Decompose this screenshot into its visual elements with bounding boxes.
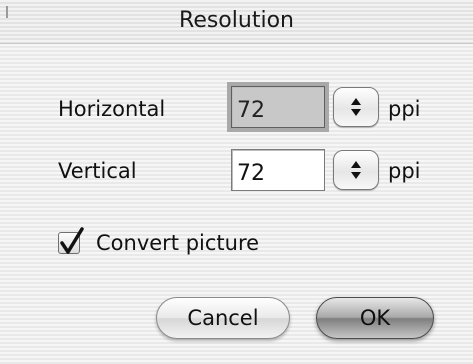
up-down-arrows-icon — [351, 161, 361, 179]
horizontal-label: Horizontal — [58, 97, 166, 121]
vertical-label: Vertical — [58, 159, 137, 183]
vertical-unit: ppi — [388, 159, 421, 183]
cancel-button[interactable]: Cancel — [156, 297, 290, 339]
convert-picture-label[interactable]: Convert picture — [96, 231, 259, 255]
convert-picture-checkbox[interactable] — [58, 227, 84, 254]
up-down-arrows-icon — [351, 98, 361, 116]
vertical-stepper[interactable] — [333, 150, 379, 190]
resolution-dialog: Resolution Horizontal ppi Vertical ppi C… — [0, 0, 473, 364]
checkmark-icon — [60, 227, 84, 254]
ok-button[interactable]: OK — [316, 297, 434, 339]
horizontal-unit: ppi — [388, 97, 421, 121]
vertical-resolution-field[interactable] — [231, 149, 325, 191]
horizontal-stepper[interactable] — [333, 87, 379, 127]
dialog-title: Resolution — [179, 8, 294, 33]
title-bar[interactable]: Resolution — [0, 0, 473, 44]
horizontal-resolution-field[interactable] — [227, 82, 329, 132]
